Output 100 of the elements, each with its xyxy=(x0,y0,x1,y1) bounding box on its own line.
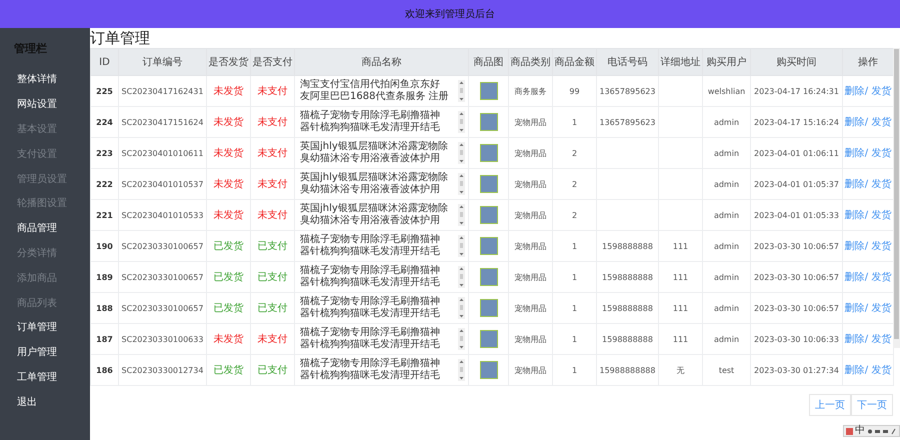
table-cell: 宠物用品 xyxy=(508,168,552,200)
table-cell: 2 xyxy=(552,168,596,200)
table-cell: admin xyxy=(702,200,750,230)
sidebar-item[interactable]: 网站设置 xyxy=(0,92,90,117)
photo-placeholder xyxy=(480,237,498,255)
delete-link[interactable]: 删除/ xyxy=(844,241,868,252)
table-cell: SC20230401010537 xyxy=(118,168,206,200)
payment-status: 未支付 xyxy=(250,200,294,230)
table-cell: 1 xyxy=(552,354,596,386)
payment-status: 未支付 xyxy=(250,76,294,106)
delete-link[interactable]: 删除/ xyxy=(844,179,868,190)
scrollbar-icon[interactable] xyxy=(458,80,465,102)
sidebar-item[interactable]: 分类详情 xyxy=(0,240,90,266)
scrollbar-icon[interactable] xyxy=(458,359,465,381)
table-cell: 1598888888 xyxy=(596,230,658,262)
delete-link[interactable]: 删除/ xyxy=(844,334,868,345)
table-cell: 224 xyxy=(90,106,118,138)
sidebar-item[interactable]: 整体详情 xyxy=(0,67,90,92)
payment-status: 已支付 xyxy=(250,262,294,292)
table-cell: 宠物用品 xyxy=(508,324,552,354)
column-header: 电话号码 xyxy=(596,48,658,76)
sidebar-item[interactable]: 添加商品 xyxy=(0,265,90,290)
shipping-status: 已发货 xyxy=(206,292,250,324)
column-header: 商品类别 xyxy=(508,48,552,76)
sidebar-item[interactable]: 基本设置 xyxy=(0,116,90,142)
ime-tools-icon[interactable] xyxy=(867,428,897,434)
delete-link[interactable]: 删除/ xyxy=(844,148,868,159)
table-cell: admin xyxy=(702,262,750,292)
scrollbar-icon[interactable] xyxy=(458,111,465,133)
scrollbar-icon[interactable] xyxy=(458,173,465,195)
payment-status: 已支付 xyxy=(250,354,294,386)
ship-link[interactable]: 发货 xyxy=(871,303,892,314)
scrollbar-icon[interactable] xyxy=(458,235,465,257)
delete-link[interactable]: 删除/ xyxy=(844,210,868,221)
column-header: 商品名称 xyxy=(294,48,468,76)
sidebar-item[interactable]: 工单管理 xyxy=(0,364,90,390)
ship-link[interactable]: 发货 xyxy=(871,117,892,128)
ime-logo-icon[interactable] xyxy=(846,428,853,434)
ship-link[interactable]: 发货 xyxy=(871,86,892,97)
table-cell: 1598888888 xyxy=(596,262,658,292)
sidebar-item[interactable]: 商品管理 xyxy=(0,216,90,241)
table-cell: 13657895623 xyxy=(596,106,658,138)
shipping-status: 已发货 xyxy=(206,354,250,386)
ship-link[interactable]: 发货 xyxy=(871,148,892,159)
scrollbar-icon[interactable] xyxy=(458,204,465,226)
table-cell: 宠物用品 xyxy=(508,138,552,168)
delete-link[interactable]: 删除/ xyxy=(844,117,868,128)
column-header: 详细地址 xyxy=(658,48,702,76)
column-header: 商品金额 xyxy=(552,48,596,76)
table-cell: 99 xyxy=(552,76,596,106)
table-cell: 188 xyxy=(90,292,118,324)
table-cell: 商务服务 xyxy=(508,76,552,106)
table-cell: 1598888888 xyxy=(596,292,658,324)
table-cell xyxy=(658,76,702,106)
payment-status: 未支付 xyxy=(250,138,294,168)
scrollbar-icon[interactable] xyxy=(458,328,465,350)
photo-placeholder xyxy=(480,113,498,131)
ship-link[interactable]: 发货 xyxy=(871,272,892,283)
shipping-status: 未发货 xyxy=(206,200,250,230)
delete-link[interactable]: 删除/ xyxy=(844,303,868,314)
next-page-button[interactable]: 下一页 xyxy=(851,394,893,416)
sidebar-item[interactable]: 管理员设置 xyxy=(0,166,90,191)
ship-link[interactable]: 发货 xyxy=(871,179,892,190)
photo-placeholder xyxy=(480,299,498,317)
scrollbar-icon[interactable] xyxy=(458,142,465,164)
delete-link[interactable]: 删除/ xyxy=(844,365,868,376)
sidebar-item[interactable]: 用户管理 xyxy=(0,340,90,365)
table-cell: admin xyxy=(702,324,750,354)
table-cell: 223 xyxy=(90,138,118,168)
sidebar-item[interactable]: 轮播图设置 xyxy=(0,190,90,216)
table-cell: 2023-03-30 10:06:57 xyxy=(750,230,842,262)
column-header: 是否支付 xyxy=(250,48,294,76)
table-cell: SC20230330100633 xyxy=(118,324,206,354)
ime-mode-toggle[interactable]: 中 xyxy=(855,426,865,436)
scrollbar-icon[interactable] xyxy=(458,266,465,288)
table-cell: SC20230330100657 xyxy=(118,292,206,324)
ship-link[interactable]: 发货 xyxy=(871,210,892,221)
table-cell: SC20230330012734 xyxy=(118,354,206,386)
ship-link[interactable]: 发货 xyxy=(871,241,892,252)
table-cell: 15988888888 xyxy=(596,354,658,386)
sidebar-item[interactable]: 支付设置 xyxy=(0,141,90,166)
photo-placeholder xyxy=(480,268,498,286)
scrollbar[interactable] xyxy=(893,48,900,348)
prev-page-button[interactable]: 上一页 xyxy=(809,394,851,416)
sidebar-item[interactable]: 退出 xyxy=(0,389,90,414)
table-cell: SC20230401010533 xyxy=(118,200,206,230)
sidebar-item[interactable]: 订单管理 xyxy=(0,314,90,340)
delete-link[interactable]: 删除/ xyxy=(844,86,868,97)
ship-link[interactable]: 发货 xyxy=(871,334,892,345)
ship-link[interactable]: 发货 xyxy=(871,365,892,376)
payment-status: 已支付 xyxy=(250,292,294,324)
delete-link[interactable]: 删除/ xyxy=(844,272,868,283)
sidebar-item[interactable]: 商品列表 xyxy=(0,290,90,315)
scrollbar-icon[interactable] xyxy=(458,297,465,319)
table-cell: 2023-03-30 10:06:57 xyxy=(750,262,842,292)
table-cell: SC20230330100657 xyxy=(118,230,206,262)
table-cell: 111 xyxy=(658,230,702,262)
table-cell: 宠物用品 xyxy=(508,230,552,262)
table-cell: 225 xyxy=(90,76,118,106)
shipping-status: 未发货 xyxy=(206,76,250,106)
